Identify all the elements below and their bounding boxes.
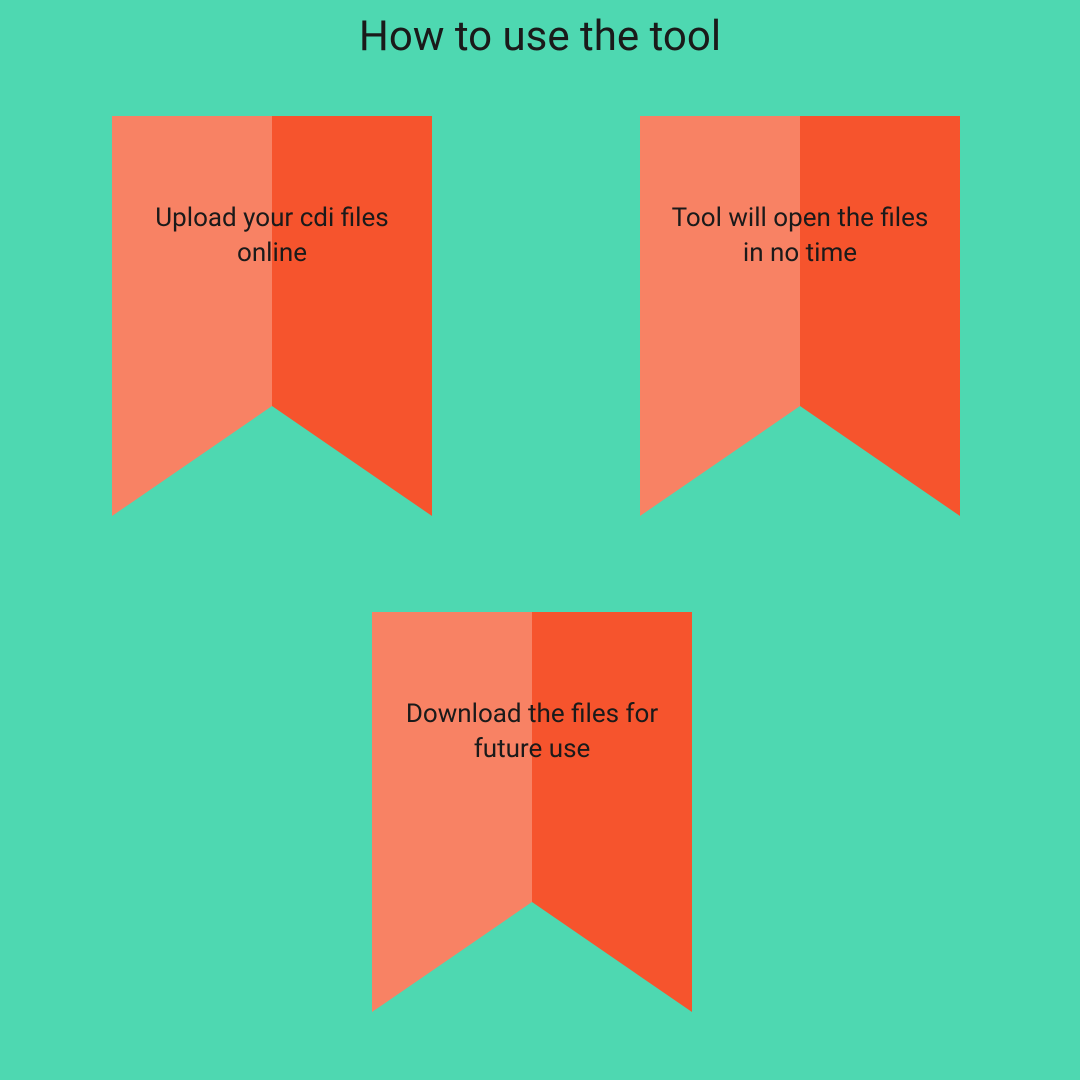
ribbon-icon bbox=[640, 116, 960, 516]
page-title: How to use the tool bbox=[0, 0, 1080, 61]
step-text-2: Tool will open the files in no time bbox=[640, 201, 960, 271]
ribbon-icon bbox=[112, 116, 432, 516]
step-ribbon-2: Tool will open the files in no time bbox=[640, 116, 960, 516]
step-text-3: Download the files for future use bbox=[372, 697, 692, 767]
step-ribbon-1: Upload your cdi files online bbox=[112, 116, 432, 516]
ribbon-icon bbox=[372, 612, 692, 1012]
step-text-1: Upload your cdi files online bbox=[112, 201, 432, 271]
step-ribbon-3: Download the files for future use bbox=[372, 612, 692, 1012]
